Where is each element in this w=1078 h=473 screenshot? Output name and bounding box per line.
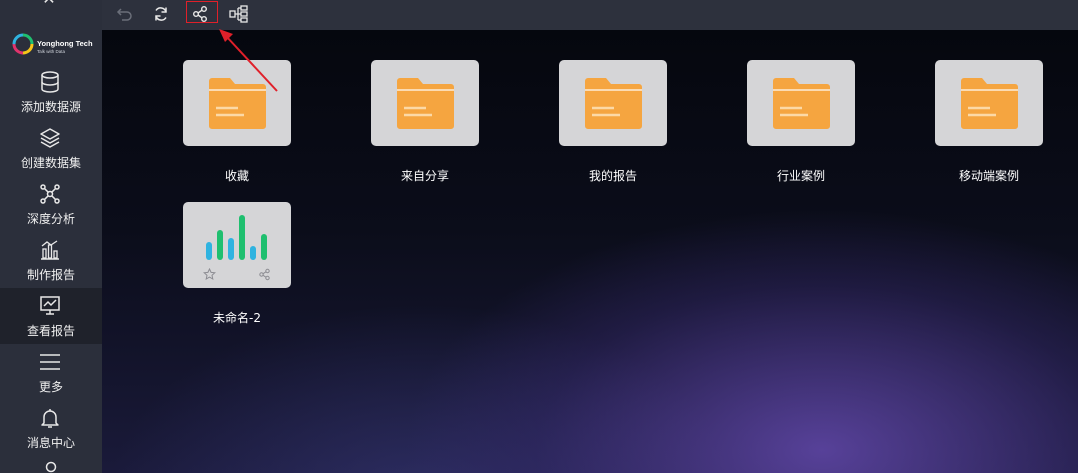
sidebar-item-view-report[interactable]: 查看报告: [0, 288, 102, 344]
sidebar-item-create-dataset[interactable]: 创建数据集: [0, 120, 102, 176]
sidebar-item-more[interactable]: 更多: [0, 344, 102, 400]
sidebar-item-label: 制作报告: [26, 268, 75, 282]
sidebar-item-label: 查看报告: [26, 324, 75, 338]
network-icon: [40, 184, 60, 204]
sidebar-item-make-report[interactable]: 制作报告: [0, 232, 102, 288]
folder-icon: [773, 78, 830, 129]
close-icon[interactable]: ✕: [40, 0, 58, 9]
share-button-highlight: [186, 1, 218, 23]
bar-chart-icon: [41, 240, 59, 260]
folder-label[interactable]: 收藏: [157, 167, 317, 184]
share-icon[interactable]: [258, 268, 271, 281]
sidebar-item-deep-analysis[interactable]: 深度分析: [0, 176, 102, 232]
refresh-button[interactable]: [149, 3, 173, 25]
layers-icon: [40, 128, 60, 148]
database-icon: [41, 71, 59, 93]
folder-label[interactable]: 来自分享: [345, 167, 505, 184]
logo-subtitle: Talk with Data: [37, 49, 66, 54]
refresh-icon: [155, 7, 167, 21]
folder-icon: [961, 78, 1018, 129]
toolbar: [102, 0, 1078, 30]
logo: Yonghong Tech Talk with Data: [11, 22, 99, 58]
star-icon[interactable]: [203, 268, 216, 281]
structure-button[interactable]: [226, 3, 250, 25]
logo-text: Yonghong Tech: [37, 39, 93, 48]
folder-icon: [397, 78, 454, 129]
logo-ring-icon: [12, 33, 34, 55]
monitor-chart-icon: [40, 296, 60, 315]
folder-card-shared[interactable]: [371, 60, 479, 146]
sidebar-item-label: 创建数据集: [20, 156, 81, 170]
bell-icon: [41, 409, 59, 428]
report-label[interactable]: 未命名-2: [157, 309, 317, 326]
folder-card-my-reports[interactable]: [559, 60, 667, 146]
undo-button[interactable]: [113, 3, 137, 25]
folder-icon: [209, 78, 266, 129]
sidebar-item-label: 消息中心: [26, 436, 75, 450]
folder-card-favorites[interactable]: [183, 60, 291, 146]
sidebar: ✕ Yonghong Tech Talk with Data 添加数据源 创建数…: [0, 0, 102, 473]
report-card[interactable]: [183, 202, 291, 288]
folder-label[interactable]: 我的报告: [533, 167, 693, 184]
user-icon[interactable]: [41, 461, 61, 473]
tree-structure-icon: [229, 5, 248, 23]
sidebar-item-label: 添加数据源: [20, 100, 81, 114]
folder-icon: [585, 78, 642, 129]
folder-card-industry-cases[interactable]: [747, 60, 855, 146]
menu-icon: [40, 354, 60, 370]
sidebar-item-add-datasource[interactable]: 添加数据源: [0, 64, 102, 120]
folder-label[interactable]: 行业案例: [721, 167, 881, 184]
report-thumbnail-bars-icon: [206, 215, 267, 260]
folder-card-mobile-cases[interactable]: [935, 60, 1043, 146]
undo-icon: [116, 8, 132, 21]
sidebar-item-message-center[interactable]: 消息中心: [0, 400, 102, 456]
folder-label[interactable]: 移动端案例: [909, 167, 1069, 184]
sidebar-item-label: 深度分析: [26, 212, 75, 226]
sidebar-item-label: 更多: [38, 380, 63, 394]
